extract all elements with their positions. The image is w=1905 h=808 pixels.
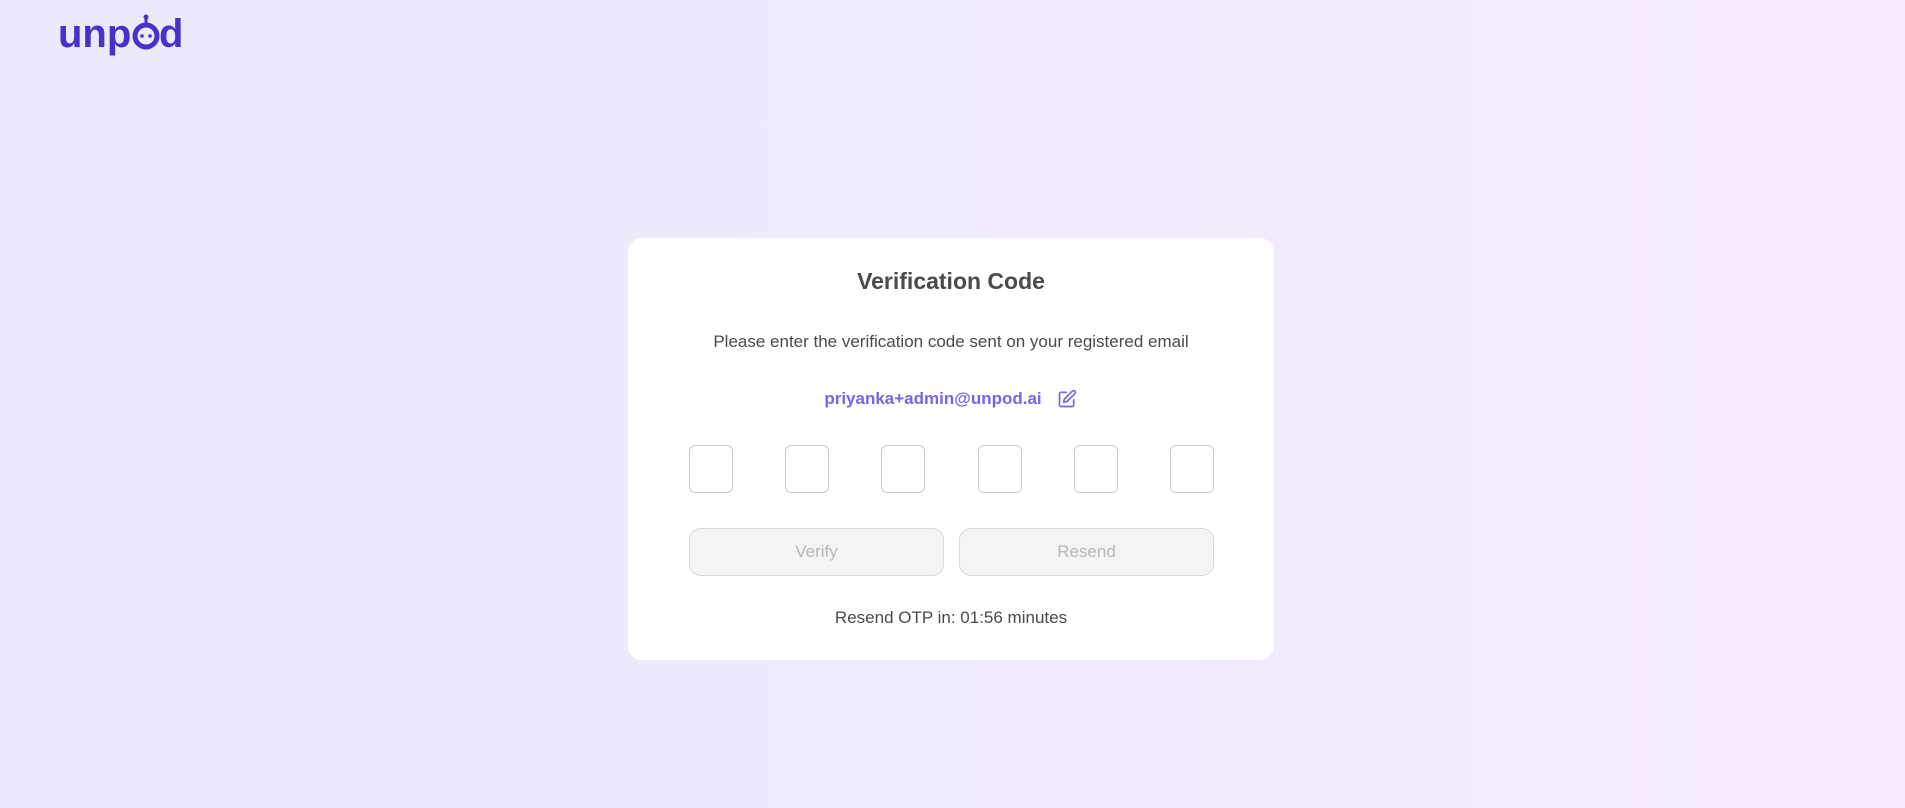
action-buttons: Verify Resend — [689, 528, 1214, 576]
otp-digit-6[interactable] — [1169, 445, 1214, 493]
resend-timer: Resend OTP in: 01:56 minutes — [834, 608, 1068, 627]
unpod-logo[interactable]: unp d — [58, 12, 190, 56]
otp-input-group — [689, 445, 1214, 493]
otp-digit-3[interactable] — [881, 445, 926, 493]
otp-digit-4[interactable] — [977, 445, 1022, 493]
otp-digit-2[interactable] — [785, 445, 830, 493]
resend-button[interactable]: Resend — [959, 528, 1214, 576]
page-title: Verification Code — [857, 268, 1045, 294]
otp-digit-1[interactable] — [689, 445, 733, 493]
verify-button[interactable]: Verify — [689, 528, 944, 576]
svg-text:d: d — [159, 12, 183, 56]
logo-wordmark: unp — [58, 12, 131, 56]
instruction-text: Please enter the verification code sent … — [713, 332, 1189, 351]
otp-digit-5[interactable] — [1073, 445, 1118, 493]
registered-email: priyanka+admin@unpod.ai — [824, 389, 1042, 408]
edit-icon[interactable] — [1056, 388, 1078, 410]
email-row: priyanka+admin@unpod.ai — [628, 388, 1274, 410]
verification-card: Verification Code Please enter the verif… — [628, 238, 1274, 660]
